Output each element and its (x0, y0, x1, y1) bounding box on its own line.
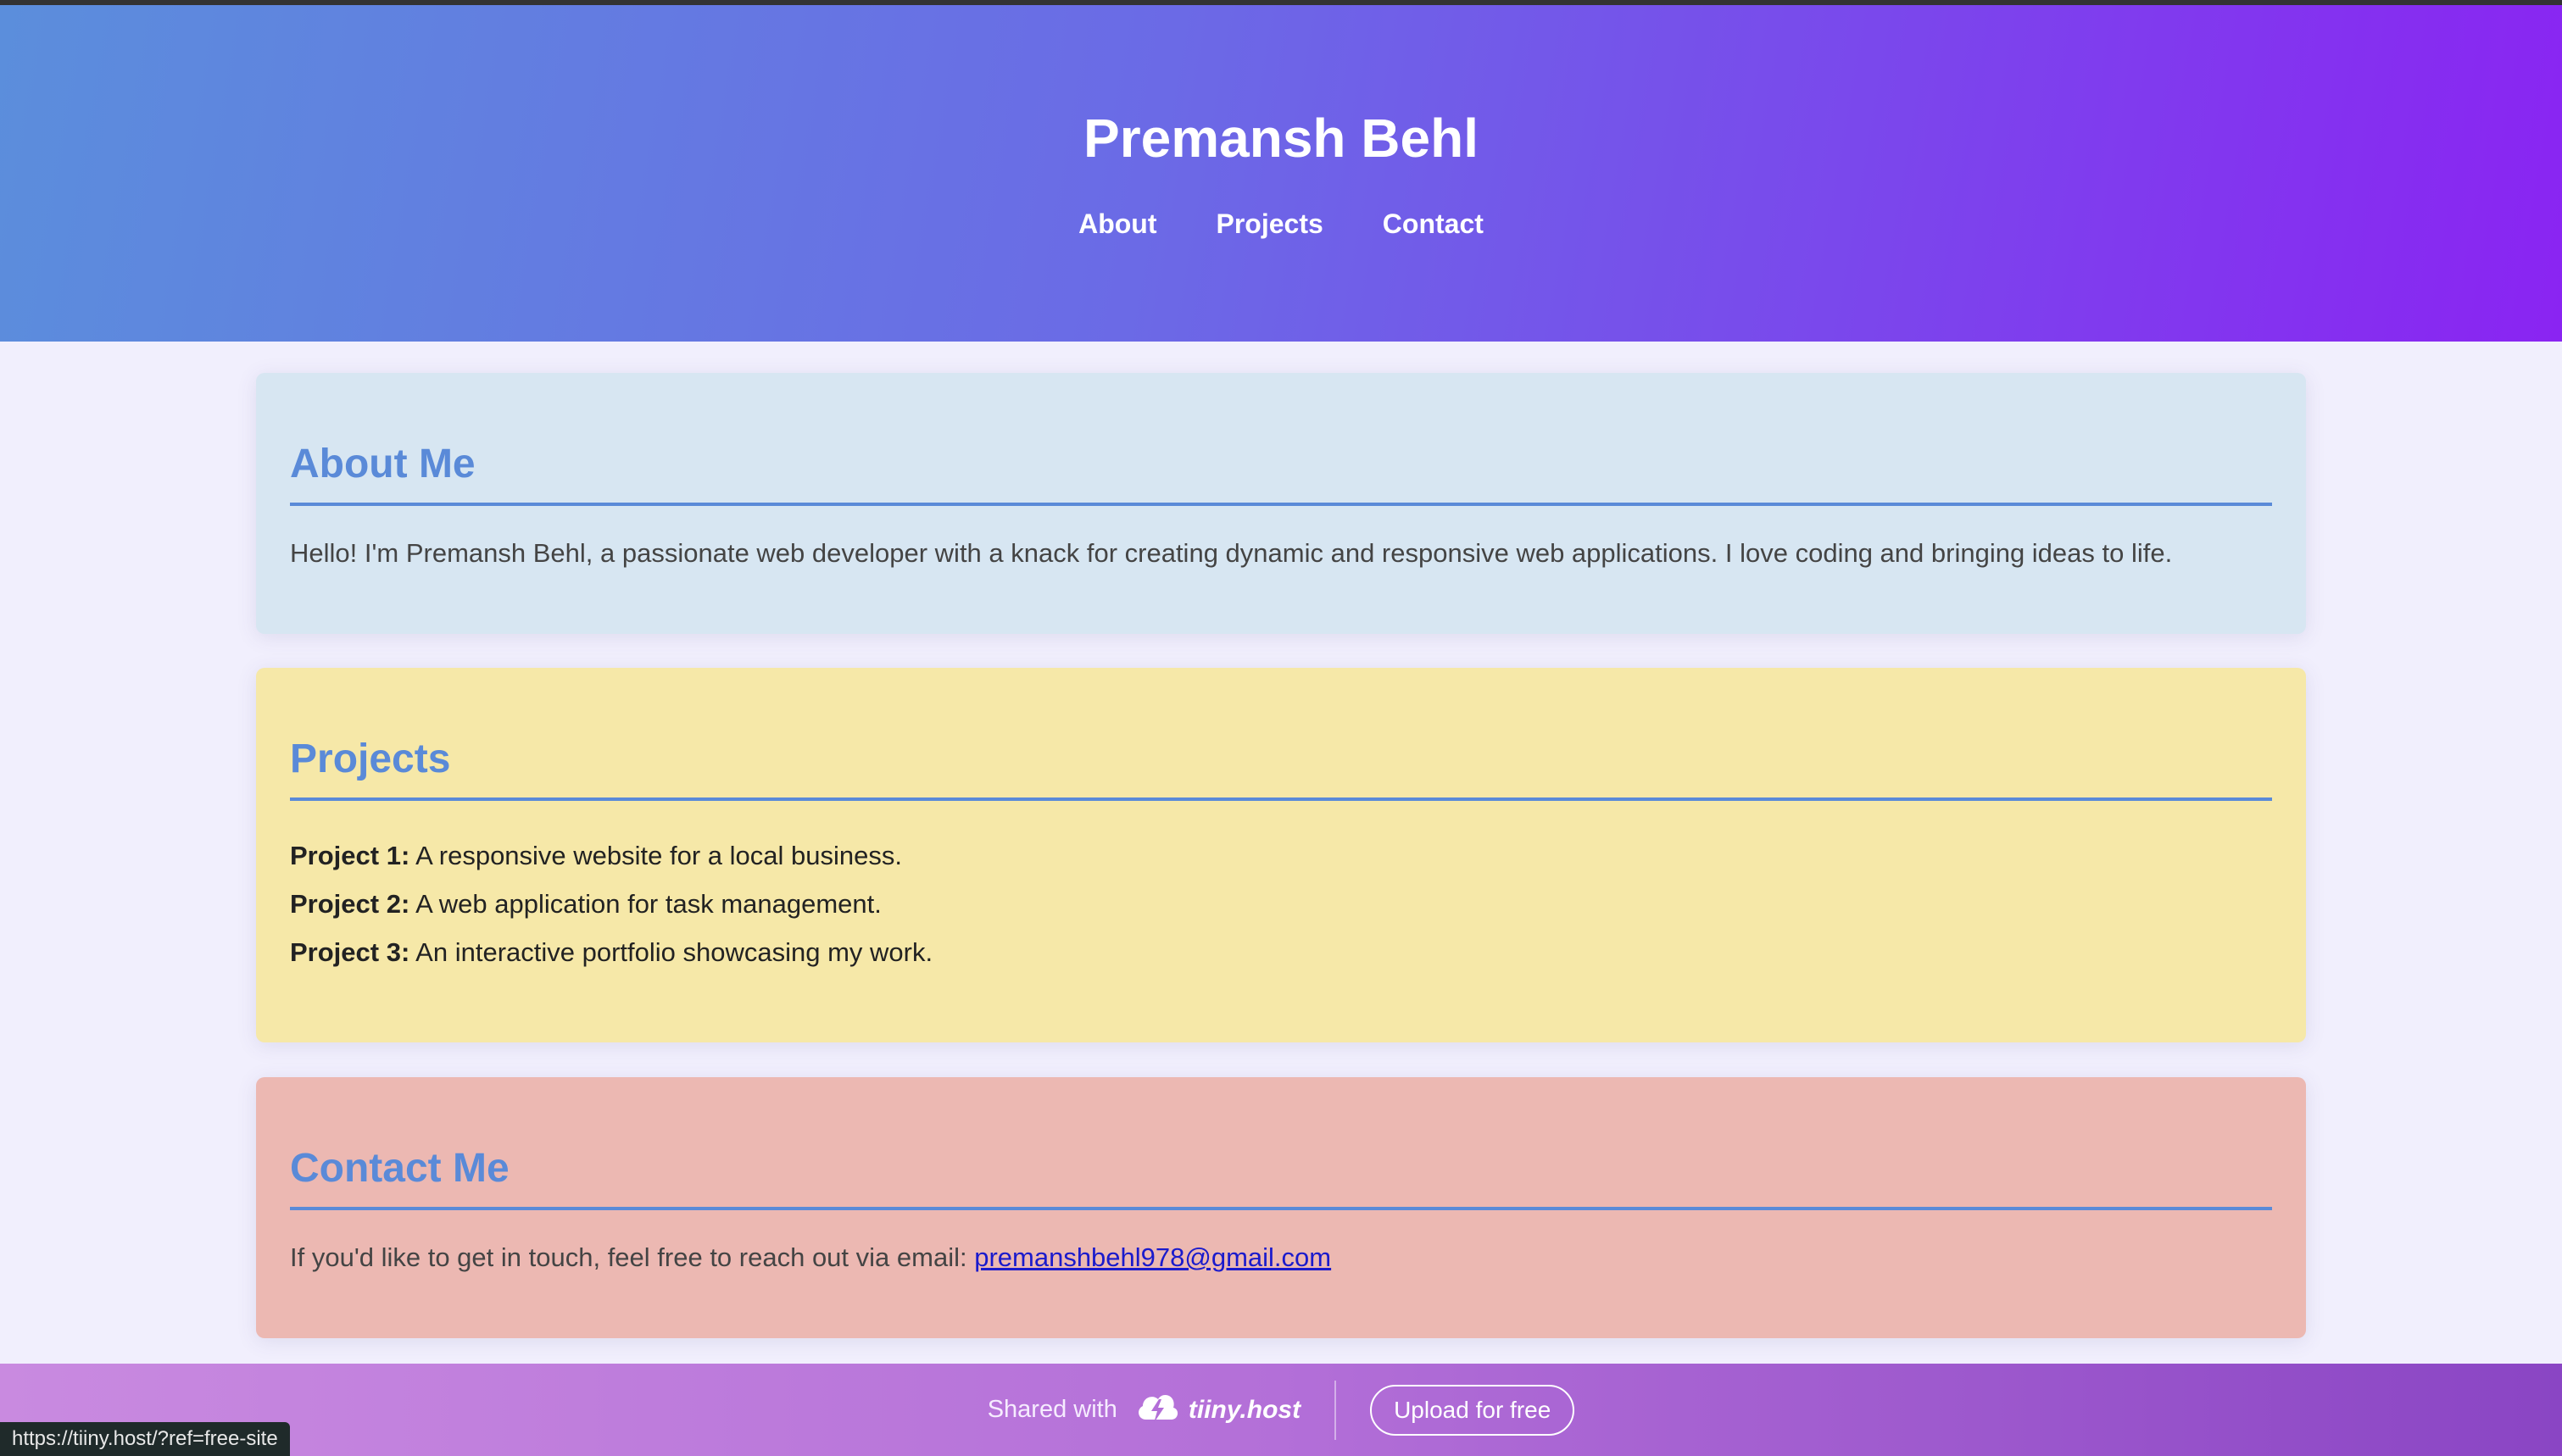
contact-text: If you'd like to get in touch, feel free… (290, 1242, 2272, 1273)
project-description: A web application for task management. (409, 889, 882, 919)
list-item: Project 3: An interactive portfolio show… (290, 928, 2272, 976)
upload-for-free-button[interactable]: Upload for free (1370, 1384, 1575, 1436)
divider (1334, 1380, 1337, 1440)
shared-with[interactable]: Shared with tiiny.host (988, 1387, 1300, 1433)
projects-list: Project 1: A responsive website for a lo… (290, 831, 2272, 976)
contact-intro: If you'd like to get in touch, feel free… (290, 1242, 975, 1272)
list-item: Project 2: A web application for task ma… (290, 880, 2272, 928)
main-nav: About Projects Contact (0, 208, 2562, 240)
projects-section: Projects Project 1: A responsive website… (256, 668, 2306, 1042)
site-header: Premansh Behl About Projects Contact (0, 5, 2562, 342)
status-bar-url: https://tiiny.host/?ref=free-site (0, 1422, 290, 1456)
nav-link-projects[interactable]: Projects (1217, 208, 1323, 240)
project-label: Project 3: (290, 937, 410, 967)
tiiny-host-logo: tiiny.host (1134, 1387, 1300, 1433)
nav-link-contact[interactable]: Contact (1383, 208, 1484, 240)
contact-section: Contact Me If you'd like to get in touch… (256, 1077, 2306, 1338)
about-section: About Me Hello! I'm Premansh Behl, a pas… (256, 373, 2306, 634)
email-link[interactable]: premanshbehl978@gmail.com (974, 1242, 1331, 1272)
brand-name: tiiny.host (1188, 1395, 1301, 1424)
project-description: A responsive website for a local busines… (409, 841, 902, 870)
project-label: Project 1: (290, 841, 410, 870)
about-text: Hello! I'm Premansh Behl, a passionate w… (290, 538, 2173, 568)
project-description: An interactive portfolio showcasing my w… (409, 937, 933, 967)
contact-heading: Contact Me (290, 1145, 2272, 1210)
cloud-bolt-icon (1134, 1387, 1180, 1433)
projects-heading: Projects (290, 736, 2272, 801)
site-title: Premansh Behl (1083, 108, 1479, 169)
nav-link-about[interactable]: About (1078, 208, 1156, 240)
shared-label: Shared with (987, 1396, 1117, 1423)
project-label: Project 2: (290, 889, 410, 919)
tiiny-host-bar: Shared with tiiny.host Upload for free (0, 1364, 2562, 1456)
about-heading: About Me (290, 441, 2272, 506)
list-item: Project 1: A responsive website for a lo… (290, 831, 2272, 880)
